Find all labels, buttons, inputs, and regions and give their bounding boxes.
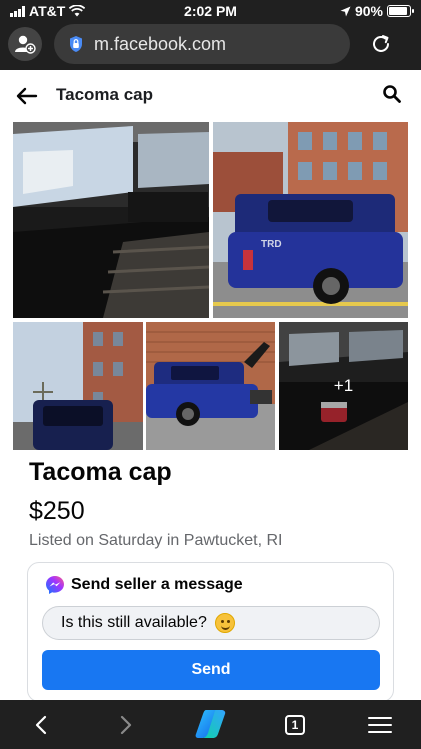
arrow-left-icon	[16, 87, 38, 105]
message-input[interactable]: Is this still available?	[42, 606, 380, 640]
back-button[interactable]	[14, 83, 40, 109]
nav-back-button[interactable]	[26, 710, 56, 740]
location-arrow-icon	[340, 6, 351, 16]
listing-photo-1[interactable]	[13, 122, 209, 318]
photo-truck-bed-interior	[13, 122, 209, 318]
menu-button[interactable]	[365, 710, 395, 740]
browser-toolbar: 1	[0, 700, 421, 749]
reload-button[interactable]	[366, 29, 396, 59]
add-profile-icon	[15, 35, 36, 54]
listing-photo-5[interactable]: +1	[279, 322, 408, 450]
chevron-right-icon	[120, 715, 132, 735]
battery-icon	[387, 5, 414, 17]
photo-truck-cap-open	[146, 322, 275, 450]
message-input-text: Is this still available?	[61, 614, 207, 631]
more-photos-overlay[interactable]: +1	[279, 322, 408, 450]
chevron-left-icon	[35, 715, 47, 735]
tabs-icon: 1	[285, 715, 305, 735]
page-title: Tacoma cap	[56, 85, 154, 104]
listing-photo-3[interactable]	[13, 322, 143, 450]
message-seller-card: Send seller a message Is this still avai…	[27, 562, 394, 702]
send-button[interactable]: Send	[42, 650, 380, 690]
status-bar: AT&T 2:02 PM 90%	[0, 0, 421, 22]
listing-photo-2[interactable]: TRD	[213, 122, 408, 318]
hamburger-menu-icon	[368, 717, 392, 733]
message-card-heading: Send seller a message	[71, 576, 243, 593]
reload-icon	[373, 35, 389, 52]
listing-title: Tacoma cap	[29, 458, 172, 486]
nav-forward-button[interactable]	[111, 710, 141, 740]
page-header: Tacoma cap	[0, 70, 421, 122]
copilot-button[interactable]	[193, 706, 229, 742]
search-button[interactable]	[382, 84, 406, 108]
battery-percent: 90%	[354, 3, 383, 19]
svg-text:TRD: TRD	[261, 239, 282, 250]
address-bar-row: m.facebook.com	[0, 22, 421, 66]
battery-fill	[389, 7, 407, 15]
lock-shield-icon	[70, 36, 82, 52]
smiling-emoji-icon	[214, 613, 235, 633]
search-icon	[383, 85, 401, 103]
photo-blue-truck-with-cap: TRD	[213, 122, 408, 318]
tabs-button[interactable]: 1	[280, 710, 310, 740]
listing-price: $250	[29, 497, 85, 525]
messenger-icon	[46, 576, 64, 594]
photo-truck-rear-street	[13, 322, 143, 450]
browser-chrome: AT&T 2:02 PM 90% m.facebook.com	[0, 0, 421, 70]
profile-button[interactable]	[8, 27, 42, 61]
copilot-icon	[195, 710, 226, 738]
url-text: m.facebook.com	[94, 33, 227, 54]
message-card-header: Send seller a message	[45, 575, 243, 595]
more-photos-count: +1	[333, 376, 354, 395]
listing-photo-4[interactable]	[146, 322, 275, 450]
url-bar[interactable]: m.facebook.com	[54, 24, 350, 64]
listing-location-date: Listed on Saturday in Pawtucket, RI	[29, 532, 283, 549]
